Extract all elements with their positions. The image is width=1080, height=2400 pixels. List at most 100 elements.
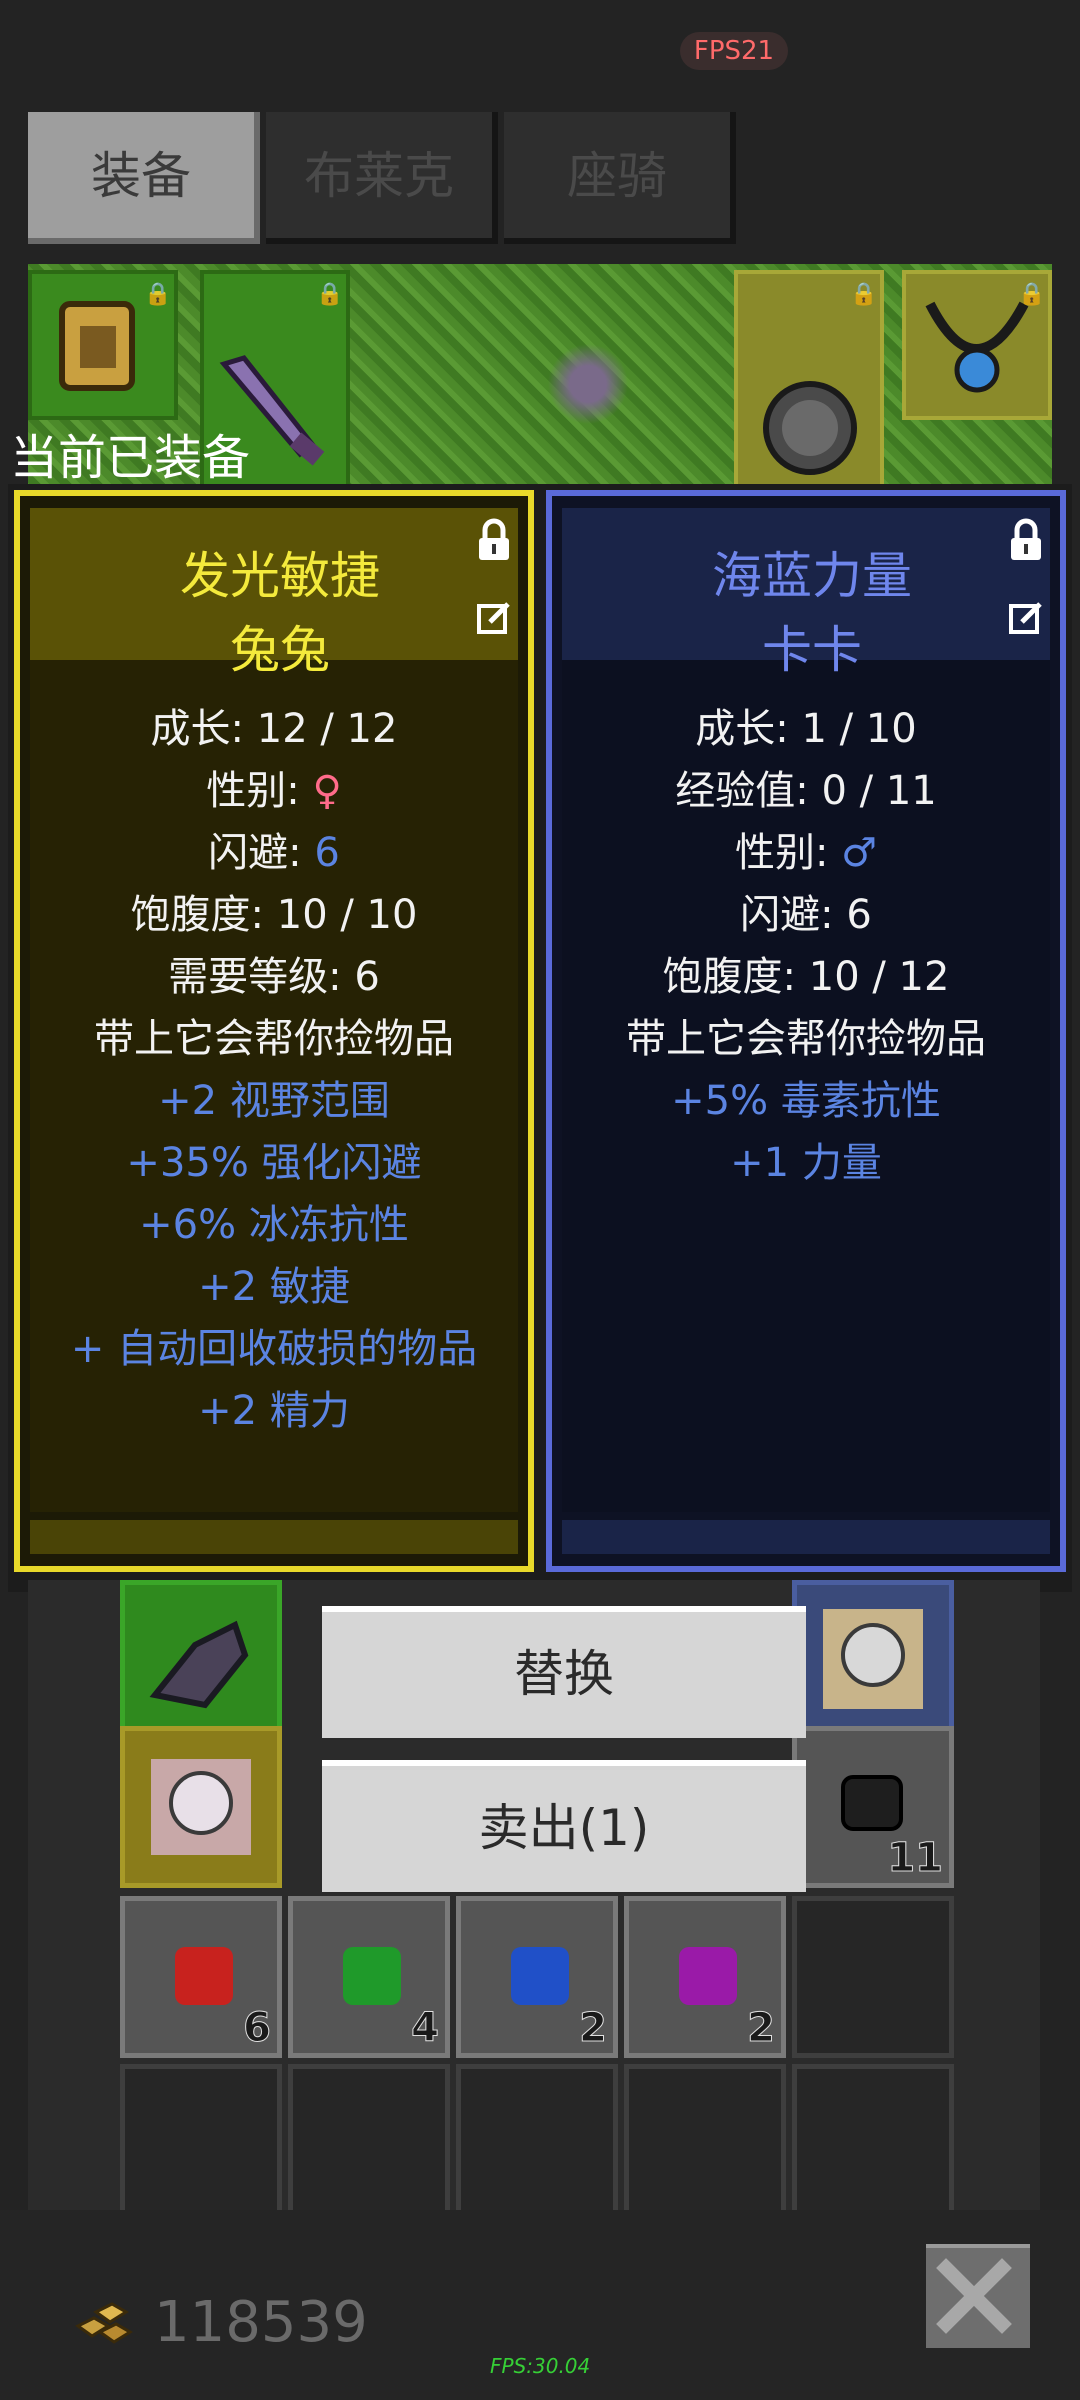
stat-label: 闪避: [740,892,847,938]
lock-icon[interactable] [476,518,512,562]
sell-button[interactable]: 卖出(1) [322,1760,806,1892]
stat-label: 性别: [734,830,842,876]
blue-gem-icon [511,1947,569,2005]
bonus-line: +2 敏捷 [198,1264,350,1310]
tab-mount[interactable]: 座骑 [504,112,736,244]
inventory-slot[interactable]: 6 [120,1896,282,2058]
stat-label: 成长: [150,706,257,752]
stat-line: 性别: ♂ [552,822,1060,884]
inventory-slot[interactable] [120,1726,282,1888]
lock-icon: 🔒 [316,282,344,307]
stat-label: 饱腹度: [130,892,277,938]
fps-counter: FPS:30.04 [490,2354,591,2378]
stat-line: 成长: 12 / 12 [20,698,528,760]
stat-value: 1 / 10 [801,706,917,752]
inventory-slot-empty[interactable] [456,2064,618,2226]
fps-indicator: FPS21 [680,32,788,70]
bonus-line: + 自动回收破损的物品 [70,1326,478,1372]
glove-icon [149,1620,249,1709]
stat-value: 6 [314,830,340,876]
stat-line: 饱腹度: 10 / 10 [20,884,528,946]
currently-equipped-label: 当前已装备 [10,430,251,486]
bonus-line: +2 视野范围 [158,1078,390,1124]
stat-label: 性别: [206,768,313,814]
pet-portrait-icon [823,1609,923,1709]
green-gem-icon [343,1947,401,2005]
bonus-line: +6% 冰冻抗性 [139,1202,409,1248]
stat-line: 闪避: 6 [552,884,1060,946]
stat-label: 带上它会帮你捡物品 [94,1016,454,1062]
inventory-slot[interactable]: 2 [456,1896,618,2058]
inventory-slot[interactable]: 4 [288,1896,450,2058]
stat-label: 闪避: [208,830,315,876]
equip-slot-amulet[interactable]: 🔒 [902,270,1052,420]
item-count: 6 [243,2005,272,2052]
pet-rarity-title: 发光敏捷 [180,547,380,605]
item-count: 2 [579,2005,608,2052]
purple-gem-icon [679,1947,737,2005]
pet-stats: 成长: 12 / 12 性别: ♀ 闪避: 6 饱腹度: 10 / 10 需要等… [20,698,528,1442]
inventory-slot-empty[interactable] [792,1896,954,2058]
stat-line: 需要等级: 6 [20,946,528,1008]
stat-label: 带上它会帮你捡物品 [626,1016,986,1062]
inventory-slot[interactable] [792,1580,954,1742]
gold-coins-icon [75,2302,133,2344]
pet-portrait-icon [151,1759,251,1855]
replace-button[interactable]: 替换 [322,1606,806,1738]
edit-icon[interactable] [476,600,512,636]
stat-line: 闪避: 6 [20,822,528,884]
inventory-grid: 11 6 4 2 2 替换 卖出(1) [28,1580,1040,2226]
inventory-slot[interactable]: 2 [624,1896,786,2058]
stat-line: 成长: 1 / 10 [552,698,1060,760]
bonus-line: +1 力量 [730,1140,882,1186]
tab-bar: 装备 布莱克 座骑 [28,112,742,248]
pet-compare-panel: 发光敏捷 兔兔 成长: 12 / 12 性别: ♀ 闪避: 6 饱腹度: 10 … [8,484,1072,1592]
item-count: 4 [411,2005,440,2052]
tab-equipment[interactable]: 装备 [28,112,260,244]
stat-value: 0 / 11 [821,768,937,814]
equipped-pet-card: 发光敏捷 兔兔 成长: 12 / 12 性别: ♀ 闪避: 6 饱腹度: 10 … [14,490,534,1572]
equip-slot-armor[interactable]: 🔒 [28,270,178,420]
inventory-slot-empty[interactable] [288,2064,450,2226]
stat-label: 经验值: [675,768,822,814]
stat-label: 饱腹度: [662,954,809,1000]
stat-line: 饱腹度: 10 / 12 [552,946,1060,1008]
pet-stats: 成长: 1 / 10 经验值: 0 / 11 性别: ♂ 闪避: 6 饱腹度: … [552,698,1060,1194]
lock-icon: 🔒 [144,282,172,307]
stat-value: 12 / 12 [256,706,398,752]
stat-value: 10 / 12 [808,954,950,1000]
lock-icon[interactable] [1008,518,1044,562]
edit-icon[interactable] [1008,600,1044,636]
female-icon: ♀ [312,768,342,814]
item-count: 11 [887,1835,944,1882]
card-footer [562,1520,1050,1554]
red-gem-icon [175,1947,233,2005]
item-count: 2 [747,2005,776,2052]
lock-icon: 🔒 [1018,282,1046,307]
inventory-slot-empty[interactable] [792,2064,954,2226]
inventory-slot-empty[interactable] [624,2064,786,2226]
pet-rarity-title: 海蓝力量 [712,547,912,605]
tab-blake[interactable]: 布莱克 [266,112,498,244]
inventory-slot[interactable] [120,1580,282,1742]
pet-name: 兔兔 [230,621,330,679]
bonus-line: +5% 毒素抗性 [671,1078,941,1124]
stat-line: 经验值: 0 / 11 [552,760,1060,822]
bonus-line: +2 精力 [198,1388,350,1434]
equip-slot-ring[interactable]: 🔒 [734,270,884,494]
inventory-slot[interactable]: 11 [792,1726,954,1888]
stat-line: 带上它会帮你捡物品 [20,1008,528,1070]
pet-name: 卡卡 [762,621,862,679]
close-icon [936,2258,1012,2334]
inventory-slot-empty[interactable] [120,2064,282,2226]
gold-amount: 118539 [154,2290,368,2355]
stat-line: 性别: ♀ [20,760,528,822]
lock-icon: 🔒 [850,282,878,307]
stat-value: 6 [846,892,872,938]
selected-pet-card: 海蓝力量 卡卡 成长: 1 / 10 经验值: 0 / 11 性别: ♂ 闪避:… [546,490,1066,1572]
male-icon: ♂ [841,830,878,876]
close-button[interactable] [926,2244,1030,2348]
stat-label: 成长: [695,706,802,752]
stat-value: 10 / 10 [276,892,418,938]
card-footer [30,1520,518,1554]
